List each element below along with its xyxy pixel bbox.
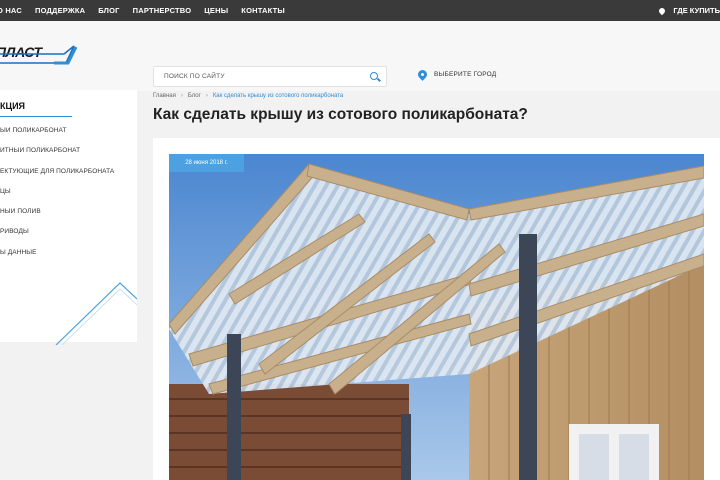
sidebar-item-accessories[interactable]: ЕКТУЮЩИЕ ДЛЯ ПОЛИКАРБОНАТА <box>0 168 137 188</box>
sidebar-menu: ЫЙ ПОЛИКАРБОНАТ ИТНЫЙ ПОЛИКАРБОНАТ ЕКТУЮ… <box>0 127 137 269</box>
nav-blog[interactable]: БЛОГ <box>98 6 119 15</box>
city-selector[interactable]: ВЫБЕРИТЕ ГОРОД <box>416 68 497 81</box>
where-to-buy-label: ГДЕ КУПИТЬ <box>673 6 720 15</box>
where-to-buy-link[interactable]: ГДЕ КУПИТЬ <box>658 0 720 21</box>
sidebar-item-monolithic-polycarbonate[interactable]: ИТНЫЙ ПОЛИКАРБОНАТ <box>0 147 137 167</box>
nav-prices[interactable]: ЦЕНЫ <box>204 6 228 15</box>
page-title: Как сделать крышу из сотового поликарбон… <box>153 106 528 123</box>
article-image <box>169 154 704 480</box>
search-icon[interactable] <box>370 72 378 80</box>
header: ПЛАСТ ПОИСК ПО САЙТУ ВЫБЕРИТЕ ГОРОД <box>0 21 720 91</box>
sidebar-item-greenhouses[interactable]: ЦЫ <box>0 188 137 208</box>
sidebar-item-cellular-polycarbonate[interactable]: ЫЙ ПОЛИКАРБОНАТ <box>0 127 137 147</box>
sidebar-title: КЦИЯ <box>0 101 26 111</box>
article-card <box>153 138 720 480</box>
sidebar: КЦИЯ ЫЙ ПОЛИКАРБОНАТ ИТНЫЙ ПОЛИКАРБОНАТ … <box>0 90 137 345</box>
nav-contacts[interactable]: КОНТАКТЫ <box>241 6 285 15</box>
location-pin-icon <box>416 68 429 81</box>
city-label: ВЫБЕРИТЕ ГОРОД <box>434 71 497 78</box>
breadcrumb-separator: › <box>180 93 183 99</box>
pergola-photo <box>169 154 704 480</box>
breadcrumb: Главная › Блог › Как сделать крышу из сотово… <box>153 93 343 99</box>
top-bar: О НАС ПОДДЕРЖКА БЛОГ ПАРТНЕРСТВО ЦЕНЫ КО… <box>0 0 720 21</box>
top-nav: О НАС ПОДДЕРЖКА БЛОГ ПАРТНЕРСТВО ЦЕНЫ КО… <box>0 0 298 21</box>
sidebar-decoration <box>55 282 137 345</box>
logo[interactable]: ПЛАСТ <box>0 41 78 73</box>
breadcrumb-separator: › <box>205 93 208 99</box>
nav-support[interactable]: ПОДДЕРЖКА <box>35 6 85 15</box>
breadcrumb-home[interactable]: Главная <box>153 93 176 99</box>
article-date-badge: 28 июня 2018 г. <box>169 154 244 172</box>
search-input[interactable]: ПОИСК ПО САЙТУ <box>153 66 387 87</box>
search-placeholder: ПОИСК ПО САЙТУ <box>164 73 225 80</box>
nav-partnership[interactable]: ПАРТНЕРСТВО <box>133 6 192 15</box>
sidebar-item-tech-data[interactable]: Ы ДАННЫЕ <box>0 249 137 269</box>
logo-swoosh-icon <box>0 45 78 65</box>
sidebar-title-underline <box>0 116 72 117</box>
sidebar-item-irrigation[interactable]: НЫЙ ПОЛИВ <box>0 208 137 228</box>
location-pin-icon <box>658 6 667 15</box>
nav-about[interactable]: О НАС <box>0 6 22 15</box>
breadcrumb-blog[interactable]: Блог <box>188 93 201 99</box>
sidebar-item-drives[interactable]: РИВОДЫ <box>0 228 137 248</box>
breadcrumb-current: Как сделать крышу из сотового поликарбон… <box>212 93 344 99</box>
